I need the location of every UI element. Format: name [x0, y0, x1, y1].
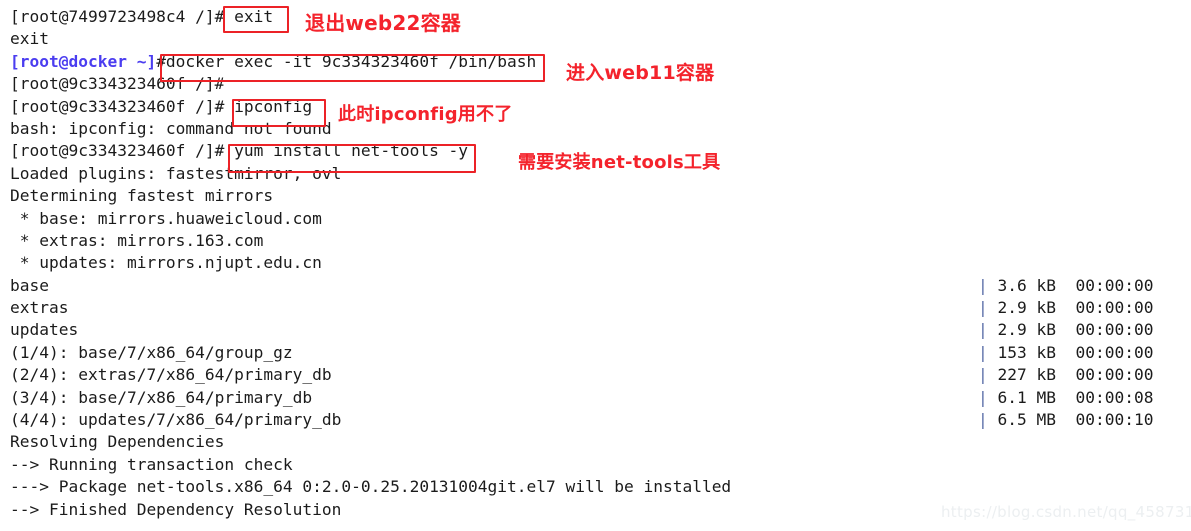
terminal-line: [root@9c334323460f /]# ipconfig: [10, 96, 1185, 118]
terminal-line-text: --> Running transaction check: [10, 454, 293, 474]
column-separator: |: [978, 365, 998, 385]
terminal-line: base | 3.6 kB 00:00:00: [10, 275, 1185, 297]
terminal-line-text: (3/4): base/7/x86_64/primary_db: [10, 387, 313, 407]
column-separator: |: [978, 320, 998, 340]
download-time: 00:00:00: [1075, 275, 1154, 295]
terminal-line: (2/4): extras/7/x86_64/primary_db | 227 k…: [10, 364, 1185, 386]
terminal-line-text: ---> Package net-tools.x86_64 0:2.0-0.25…: [10, 477, 732, 497]
repo-size-column: | 2.9 kB 00:00:00: [978, 319, 1153, 341]
column-separator: |: [978, 410, 998, 430]
repo-size-column: | 2.9 kB 00:00:00: [978, 297, 1153, 319]
terminal-line-text: (4/4): updates/7/x86_64/primary_db: [10, 410, 342, 430]
shell-prompt: [root@docker ~]: [10, 51, 157, 71]
download-time: 00:00:00: [1075, 298, 1154, 318]
terminal-line-text: yum install net-tools -y: [224, 141, 469, 161]
column-separator: |: [978, 275, 998, 295]
terminal-line: ---> Package net-tools.x86_64 0:2.0-0.25…: [10, 476, 1185, 498]
terminal-line: exit: [10, 28, 1185, 50]
terminal-line-text: extras: [10, 298, 69, 318]
terminal-line: (4/4): updates/7/x86_64/primary_db | 6.5 …: [10, 409, 1185, 431]
shell-prompt: [root@7499723498c4 /]#: [10, 7, 225, 26]
terminal-line-text: Loaded plugins: fastestmirror, ovl: [10, 163, 342, 183]
terminal-line-text: updates: [10, 320, 79, 340]
download-size: 227 kB: [997, 365, 1076, 385]
terminal-line: [root@7499723498c4 /]# exit: [10, 6, 1185, 28]
download-size: 3.6 kB: [997, 275, 1076, 295]
download-time: 00:00:00: [1075, 320, 1154, 340]
terminal-line-text: * base: mirrors.huaweicloud.com: [10, 208, 322, 228]
repo-size-column: | 6.1 MB 00:00:08: [978, 387, 1153, 409]
terminal-line: * updates: mirrors.njupt.edu.cn: [10, 252, 1185, 274]
terminal-line-text: (2/4): extras/7/x86_64/primary_db: [10, 365, 332, 385]
terminal-screenshot: [root@7499723498c4 /]# exit exit [root@doc…: [0, 0, 1191, 531]
shell-prompt: [root@9c334323460f /]#: [10, 96, 225, 116]
terminal-line-text: Resolving Dependencies: [10, 432, 225, 452]
terminal-line: bash: ipconfig: command not found: [10, 118, 1185, 140]
download-size: 6.5 MB: [997, 410, 1076, 430]
download-time: 00:00:00: [1075, 342, 1154, 362]
terminal-line: * base: mirrors.huaweicloud.com: [10, 208, 1185, 230]
repo-size-column: | 6.5 MB 00:00:10: [978, 409, 1153, 431]
shell-prompt: [root@9c334323460f /]#: [10, 74, 225, 94]
terminal-line-text: bash: ipconfig: command not found: [10, 118, 332, 138]
terminal-line-text: Determining fastest mirrors: [10, 186, 274, 206]
download-time: 00:00:00: [1075, 365, 1154, 385]
terminal-line: Determining fastest mirrors: [10, 185, 1185, 207]
terminal-line: * extras: mirrors.163.com: [10, 230, 1185, 252]
terminal-line: --> Running transaction check: [10, 454, 1185, 476]
terminal-line-text: ipconfig: [224, 96, 313, 116]
annotation-exit-web22: 退出web22容器: [305, 11, 461, 35]
download-time: 00:00:08: [1075, 387, 1154, 407]
column-separator: |: [978, 387, 998, 407]
terminal-line: updates | 2.9 kB 00:00:00: [10, 319, 1185, 341]
terminal-line: (3/4): base/7/x86_64/primary_db | 6.1 MB …: [10, 387, 1185, 409]
repo-size-column: | 227 kB 00:00:00: [978, 364, 1153, 386]
terminal-line: Resolving Dependencies: [10, 431, 1185, 453]
terminal-line-text: * updates: mirrors.njupt.edu.cn: [10, 253, 322, 273]
terminal-line-text: exit: [224, 7, 274, 26]
terminal-line: extras | 2.9 kB 00:00:00: [10, 297, 1185, 319]
terminal-line-text: * extras: mirrors.163.com: [10, 230, 264, 250]
repo-size-column: | 153 kB 00:00:00: [978, 342, 1153, 364]
column-separator: |: [978, 342, 998, 362]
download-size: 6.1 MB: [997, 387, 1076, 407]
terminal-line-text: (1/4): base/7/x86_64/group_gz: [10, 342, 293, 362]
annotation-ipconfig-fail: 此时ipconfig用不了: [338, 104, 513, 125]
download-time: 00:00:10: [1075, 410, 1154, 430]
shell-prompt: [root@9c334323460f /]#: [10, 141, 225, 161]
terminal-line-text: base: [10, 275, 49, 295]
column-separator: |: [978, 298, 998, 318]
annotation-install-tools: 需要安装net-tools工具: [518, 152, 721, 173]
terminal-line-text: #docker exec -it 9c334323460f /bin/bash: [156, 51, 537, 71]
terminal-line-text: --> Finished Dependency Resolution: [10, 499, 342, 519]
download-size: 2.9 kB: [997, 320, 1076, 340]
terminal-line-text: exit: [10, 29, 49, 49]
download-size: 2.9 kB: [997, 298, 1076, 318]
download-size: 153 kB: [997, 342, 1076, 362]
repo-size-column: | 3.6 kB 00:00:00: [978, 275, 1153, 297]
terminal-line: (1/4): base/7/x86_64/group_gz | 153 kB 00…: [10, 342, 1185, 364]
annotation-enter-web11: 进入web11容器: [566, 62, 715, 84]
watermark: https://blog.csdn.net/qq_45873113: [941, 503, 1191, 521]
